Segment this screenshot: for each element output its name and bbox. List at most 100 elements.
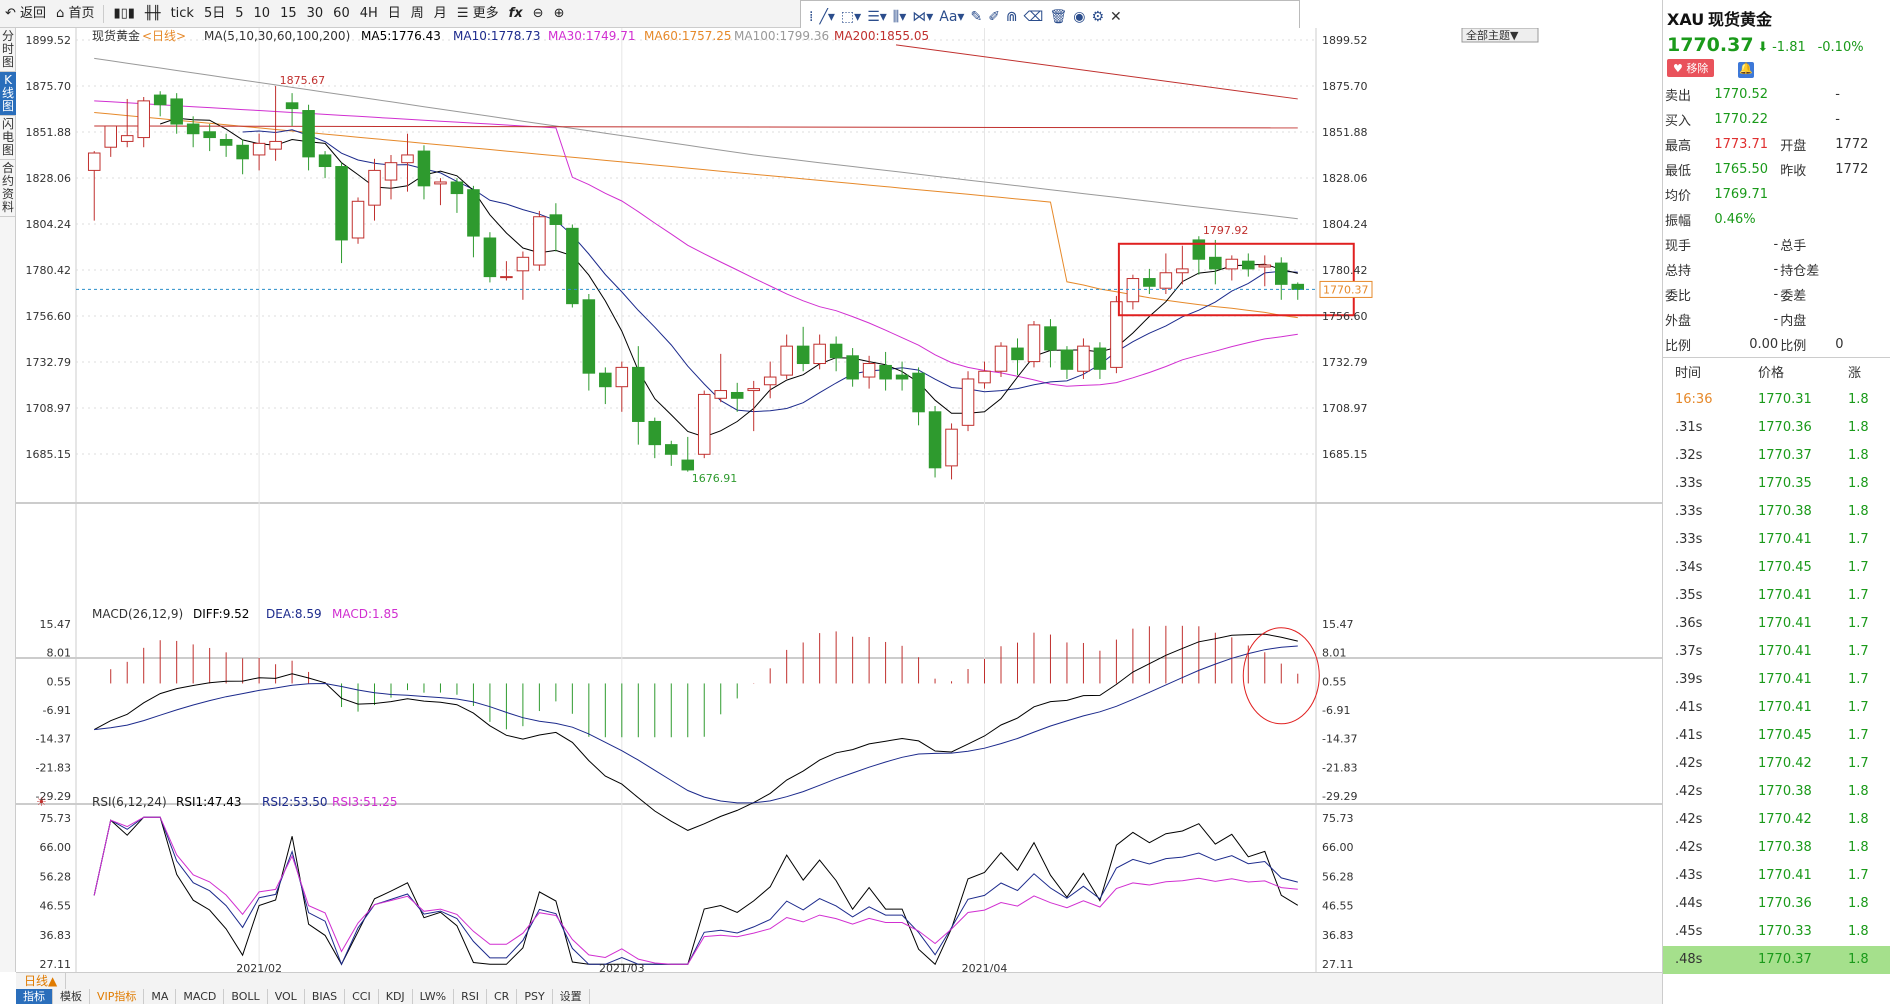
quote-key: 最高 bbox=[1665, 139, 1692, 154]
candle-body bbox=[549, 214, 563, 225]
period-5[interactable]: 5 bbox=[230, 0, 248, 28]
indicator-tab[interactable]: 设置 bbox=[553, 989, 590, 1004]
indicator-tab[interactable]: MA bbox=[144, 989, 177, 1004]
tick-change: 1.8 bbox=[1848, 896, 1869, 911]
period-10[interactable]: 10 bbox=[249, 0, 276, 28]
macd-diff: DIFF:9.52 bbox=[193, 607, 249, 621]
remove-watch-button[interactable]: ♥ 移除 bbox=[1667, 59, 1715, 77]
indicator-tab[interactable]: RSI bbox=[454, 989, 487, 1004]
zoom-in-icon[interactable]: ⊕ bbox=[549, 0, 570, 28]
tab-flash[interactable]: 闪电图 bbox=[0, 116, 16, 160]
period-tick[interactable]: tick bbox=[166, 0, 199, 28]
chart-area[interactable]: 1899.52 1899.52 1875.70 1875.70 1851.88 1851.… bbox=[16, 28, 1662, 972]
period-60[interactable]: 60 bbox=[328, 0, 355, 28]
tick-change: 1.8 bbox=[1848, 945, 1890, 974]
tick-row: .42s 1770.42 1.7 bbox=[1663, 750, 1890, 778]
rsi-tick-left: 66.00 bbox=[40, 841, 72, 854]
line-tool-icon[interactable]: ╱▾ bbox=[819, 9, 834, 25]
bar-chart-icon[interactable]: ▮▯▮ bbox=[108, 0, 139, 28]
candle-body bbox=[186, 123, 200, 135]
channel-tool-icon[interactable]: ⫼▾ bbox=[893, 9, 906, 25]
pen-icon[interactable]: ✎ bbox=[970, 9, 982, 25]
candle-body bbox=[796, 345, 810, 365]
ma200-value: MA200:1855.05 bbox=[834, 29, 929, 43]
y-tick-left: 1875.70 bbox=[26, 80, 72, 93]
tick-time: .34s bbox=[1675, 560, 1703, 575]
fib-tool-icon[interactable]: ☰▾ bbox=[867, 9, 887, 25]
candle-chart-icon[interactable]: ╫╫ bbox=[140, 0, 166, 28]
indicator-tab[interactable]: VIP指标 bbox=[90, 989, 145, 1004]
quote-key: 昨收 bbox=[1780, 164, 1807, 179]
pattern-tool-icon[interactable]: ⋈▾ bbox=[912, 9, 933, 25]
quote-value bbox=[1835, 182, 1890, 207]
period-4h[interactable]: 4H bbox=[355, 0, 383, 28]
period-30[interactable]: 30 bbox=[302, 0, 329, 28]
candle-body bbox=[104, 125, 117, 148]
bell-icon[interactable]: 🔔 bbox=[1738, 62, 1755, 78]
macd-tick-right: -21.83 bbox=[1322, 761, 1357, 774]
text-tool-icon[interactable]: Aa▾ bbox=[939, 9, 964, 25]
tick-change: 1.7 bbox=[1848, 728, 1869, 743]
quote-value bbox=[1835, 207, 1890, 232]
tick-header: 涨 bbox=[1848, 366, 1862, 382]
candle-body bbox=[928, 411, 942, 469]
period-week[interactable]: 周 bbox=[406, 0, 429, 28]
sun-icon[interactable]: ☀ bbox=[36, 795, 47, 809]
tick-change: 1.7 bbox=[1848, 756, 1869, 771]
period-15[interactable]: 15 bbox=[275, 0, 302, 28]
grip-icon[interactable]: ⁞ bbox=[809, 9, 813, 25]
tab-timeshare[interactable]: 分时图 bbox=[0, 28, 16, 72]
formula-button[interactable]: fx bbox=[504, 0, 528, 28]
tick-change: 1.7 bbox=[1848, 532, 1869, 547]
trash-icon[interactable]: 🗑 bbox=[1049, 9, 1067, 25]
quote-key bbox=[1778, 107, 1835, 132]
period-day[interactable]: 日 bbox=[383, 0, 406, 28]
indicator-tab[interactable]: MACD bbox=[176, 989, 225, 1004]
period-5day[interactable]: 5日 bbox=[199, 0, 230, 28]
tick-price: 1770.42 bbox=[1758, 756, 1812, 771]
indicator-tab[interactable]: CCI bbox=[345, 989, 379, 1004]
period-month[interactable]: 月 bbox=[429, 0, 452, 28]
back-button[interactable]: ↶ 返回 bbox=[0, 0, 51, 28]
candle-body bbox=[961, 378, 975, 426]
more-button[interactable]: ☰ 更多 bbox=[452, 0, 504, 28]
magnet-icon[interactable]: ⋒ bbox=[1006, 9, 1018, 25]
tab-contract[interactable]: 合约资料 bbox=[0, 160, 16, 217]
indicator-tab[interactable]: 模板 bbox=[53, 989, 90, 1004]
indicator-tab[interactable]: BOLL bbox=[224, 989, 268, 1004]
tick-time: .41s bbox=[1675, 728, 1703, 743]
tick-price: 1770.41 bbox=[1758, 672, 1812, 687]
close-icon[interactable]: ✕ bbox=[1110, 9, 1122, 25]
indicator-tab[interactable]: 指标 bbox=[16, 989, 53, 1004]
rsi-tick-left: 75.73 bbox=[40, 812, 72, 825]
tick-price: 1770.35 bbox=[1758, 476, 1812, 491]
indicator-tab[interactable]: PSY bbox=[517, 989, 553, 1004]
tick-time: .44s bbox=[1675, 896, 1703, 911]
tick-row: .45s 1770.33 1.8 bbox=[1663, 918, 1890, 946]
indicator-tab[interactable]: CR bbox=[487, 989, 518, 1004]
home-button[interactable]: ⌂ 首页 bbox=[51, 0, 99, 28]
indicator-tab[interactable]: BIAS bbox=[305, 989, 346, 1004]
eraser-icon[interactable]: ⌫ bbox=[1024, 9, 1044, 25]
shape-tool-icon[interactable]: ⬚▾ bbox=[841, 9, 861, 25]
tick-change: 1.8 bbox=[1848, 504, 1869, 519]
brush-icon[interactable]: ✐ bbox=[988, 9, 1000, 25]
period-dropdown[interactable]: 日线▲ bbox=[16, 973, 67, 989]
tab-kline[interactable]: K线图 bbox=[0, 72, 16, 116]
y-tick-left: 1804.24 bbox=[26, 218, 72, 231]
quote-row: 最低 1765.50 昨收 1772 bbox=[1663, 157, 1890, 182]
quote-value bbox=[1835, 307, 1890, 332]
indicator-tab[interactable]: LW% bbox=[413, 989, 455, 1004]
indicator-tab[interactable]: KDJ bbox=[379, 989, 413, 1004]
tick-row: .35s 1770.41 1.7 bbox=[1663, 582, 1890, 610]
ma60-value: MA60:1757.25 bbox=[644, 29, 732, 43]
indicator-tab[interactable]: VOL bbox=[268, 989, 305, 1004]
zoom-out-icon[interactable]: ⊖ bbox=[528, 0, 549, 28]
eye-icon[interactable]: ◉ bbox=[1073, 9, 1085, 25]
gear-icon[interactable]: ⚙ bbox=[1091, 9, 1104, 25]
tick-row: .42s 1770.38 1.8 bbox=[1663, 778, 1890, 806]
candle-body bbox=[368, 169, 381, 206]
candle-body bbox=[730, 391, 744, 399]
candle-body bbox=[1126, 278, 1140, 303]
tick-change: 1.7 bbox=[1848, 868, 1869, 883]
